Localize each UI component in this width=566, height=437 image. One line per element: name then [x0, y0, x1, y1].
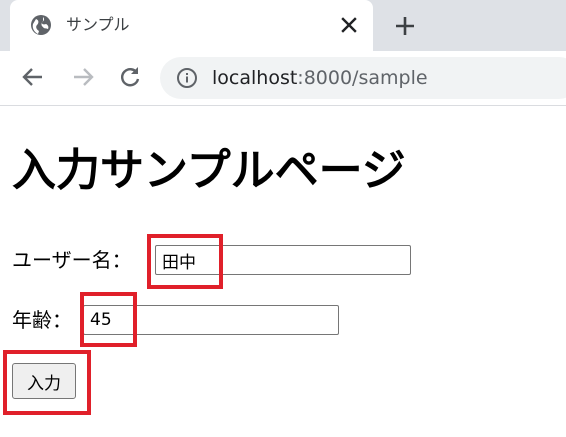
age-input[interactable] — [83, 305, 339, 335]
plus-icon[interactable] — [392, 13, 418, 39]
tab-strip: サンプル — [0, 0, 566, 51]
page-title: 入力サンプルページ — [12, 145, 406, 196]
username-label: ユーザー名： — [12, 248, 132, 272]
username-input[interactable] — [155, 245, 411, 275]
browser-toolbar: localhost:8000/sample — [0, 51, 566, 106]
info-icon[interactable] — [176, 67, 198, 89]
url-text: localhost:8000/sample — [212, 65, 428, 91]
close-icon[interactable] — [338, 14, 360, 36]
reload-icon[interactable] — [117, 64, 143, 90]
page-content: 入力サンプルページ ユーザー名： 年齢： 入力 — [0, 106, 566, 437]
url-host: localhost — [212, 67, 298, 89]
submit-button[interactable]: 入力 — [12, 363, 76, 399]
back-arrow-icon[interactable] — [20, 64, 46, 90]
browser-tab[interactable]: サンプル — [10, 0, 373, 51]
address-bar[interactable]: localhost:8000/sample — [160, 57, 566, 99]
url-path: :8000/sample — [297, 67, 428, 89]
tab-title: サンプル — [66, 15, 130, 34]
globe-icon — [31, 15, 51, 35]
age-label: 年齢： — [12, 308, 72, 332]
forward-arrow-icon[interactable] — [70, 64, 96, 90]
